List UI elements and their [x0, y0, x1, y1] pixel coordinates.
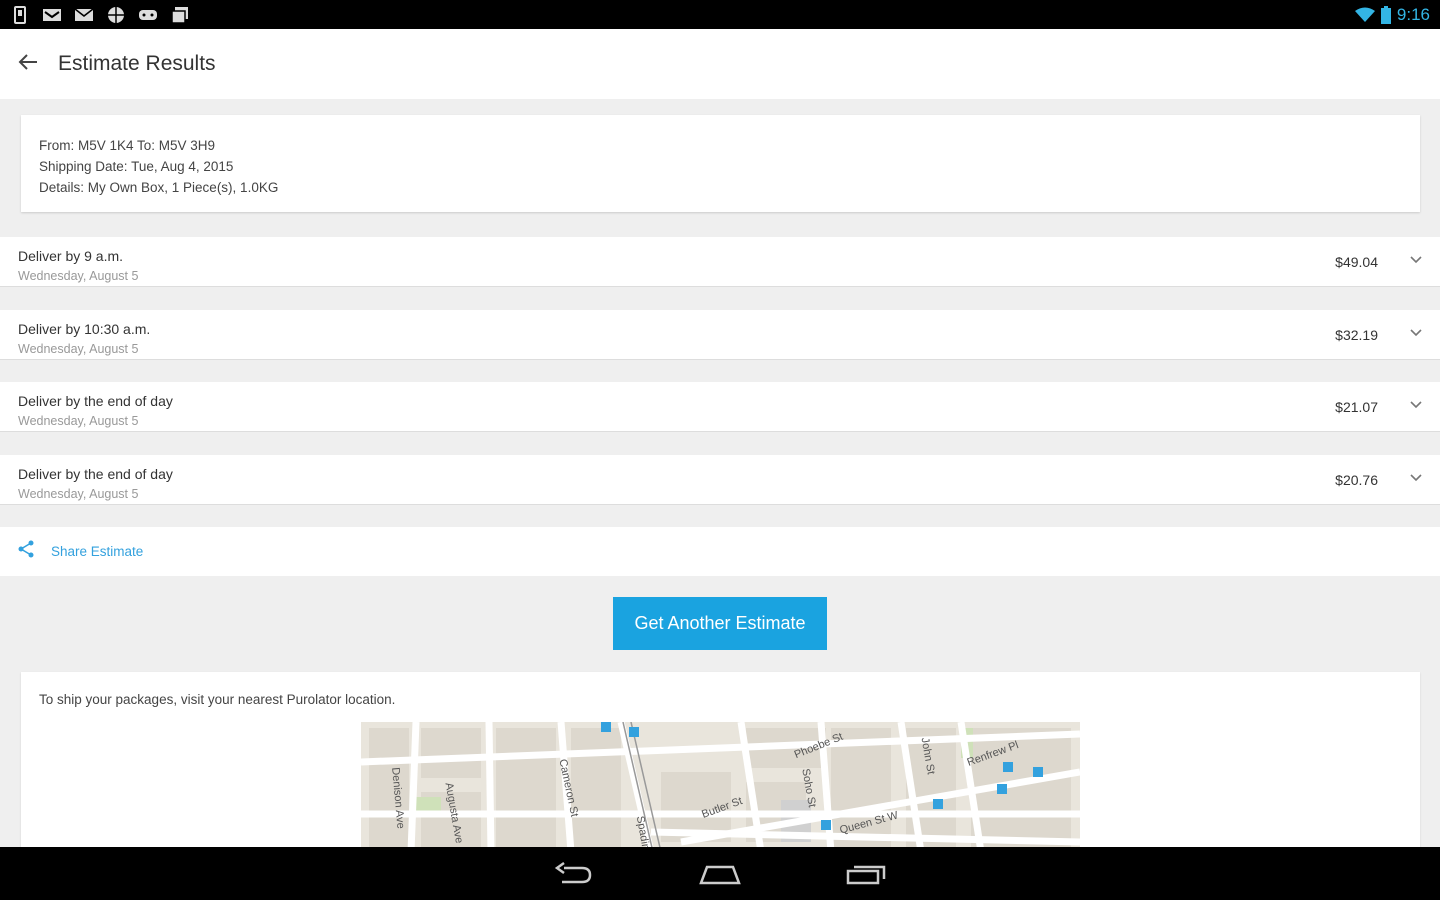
clock-time: 9:16	[1396, 4, 1430, 24]
back-nav-button[interactable]	[546, 854, 602, 894]
wifi-icon	[1354, 7, 1375, 23]
status-bar: 9:16	[0, 0, 1440, 29]
phone-icon	[10, 5, 30, 24]
option-date: Wednesday, August 5	[18, 414, 139, 428]
email-icon	[74, 6, 94, 24]
chevron-down-icon[interactable]	[1408, 252, 1424, 268]
option-price: $49.04	[1335, 254, 1378, 270]
page-title: Estimate Results	[58, 52, 216, 75]
location-info-text: To ship your packages, visit your neares…	[39, 692, 396, 707]
delivery-option-row[interactable]: Deliver by the end of day Wednesday, Aug…	[0, 455, 1440, 505]
photos-icon	[170, 6, 190, 24]
recents-nav-button[interactable]	[838, 854, 894, 894]
mail-icon	[42, 6, 62, 24]
battery-icon	[1380, 5, 1391, 24]
app-bar: Estimate Results	[0, 29, 1440, 99]
option-date: Wednesday, August 5	[18, 342, 139, 356]
option-price: $32.19	[1335, 327, 1378, 343]
chevron-down-icon[interactable]	[1408, 397, 1424, 413]
share-icon	[17, 540, 35, 563]
option-title: Deliver by the end of day	[18, 393, 173, 409]
option-title: Deliver by 9 a.m.	[18, 248, 124, 264]
option-price: $21.07	[1335, 399, 1378, 415]
delivery-option-row[interactable]: Deliver by 9 a.m. Wednesday, August 5 $4…	[0, 237, 1440, 287]
system-nav-bar	[0, 847, 1440, 900]
location-map[interactable]: Phoebe St Renfrew Pl John St Soho St But…	[361, 722, 1080, 852]
location-card: To ship your packages, visit your neares…	[21, 672, 1420, 852]
option-price: $20.76	[1335, 472, 1378, 488]
shipping-date-text: Shipping Date: Tue, Aug 4, 2015	[39, 159, 234, 174]
package-details-text: Details: My Own Box, 1 Piece(s), 1.0KG	[39, 180, 279, 195]
game-controller-icon	[138, 6, 158, 24]
route-text: From: M5V 1K4 To: M5V 3H9	[39, 138, 216, 153]
get-another-estimate-button[interactable]: Get Another Estimate	[613, 597, 827, 650]
option-title: Deliver by 10:30 a.m.	[18, 321, 151, 337]
home-nav-button[interactable]	[692, 854, 748, 894]
arrow-back-icon	[18, 53, 38, 76]
system-status: 9:16	[1354, 4, 1430, 25]
share-estimate-button[interactable]: Share Estimate	[0, 527, 1440, 576]
notification-icons	[10, 5, 190, 24]
option-date: Wednesday, August 5	[18, 487, 139, 501]
back-button[interactable]	[0, 29, 56, 99]
delivery-option-row[interactable]: Deliver by the end of day Wednesday, Aug…	[0, 382, 1440, 432]
option-title: Deliver by the end of day	[18, 466, 173, 482]
chevron-down-icon[interactable]	[1408, 325, 1424, 341]
share-estimate-label: Share Estimate	[51, 544, 144, 559]
option-date: Wednesday, August 5	[18, 269, 139, 283]
estimate-summary-card: From: M5V 1K4 To: M5V 3H9 Shipping Date:…	[21, 115, 1420, 212]
globe-icon	[106, 6, 126, 24]
chevron-down-icon[interactable]	[1408, 470, 1424, 486]
delivery-option-row[interactable]: Deliver by 10:30 a.m. Wednesday, August …	[0, 310, 1440, 360]
